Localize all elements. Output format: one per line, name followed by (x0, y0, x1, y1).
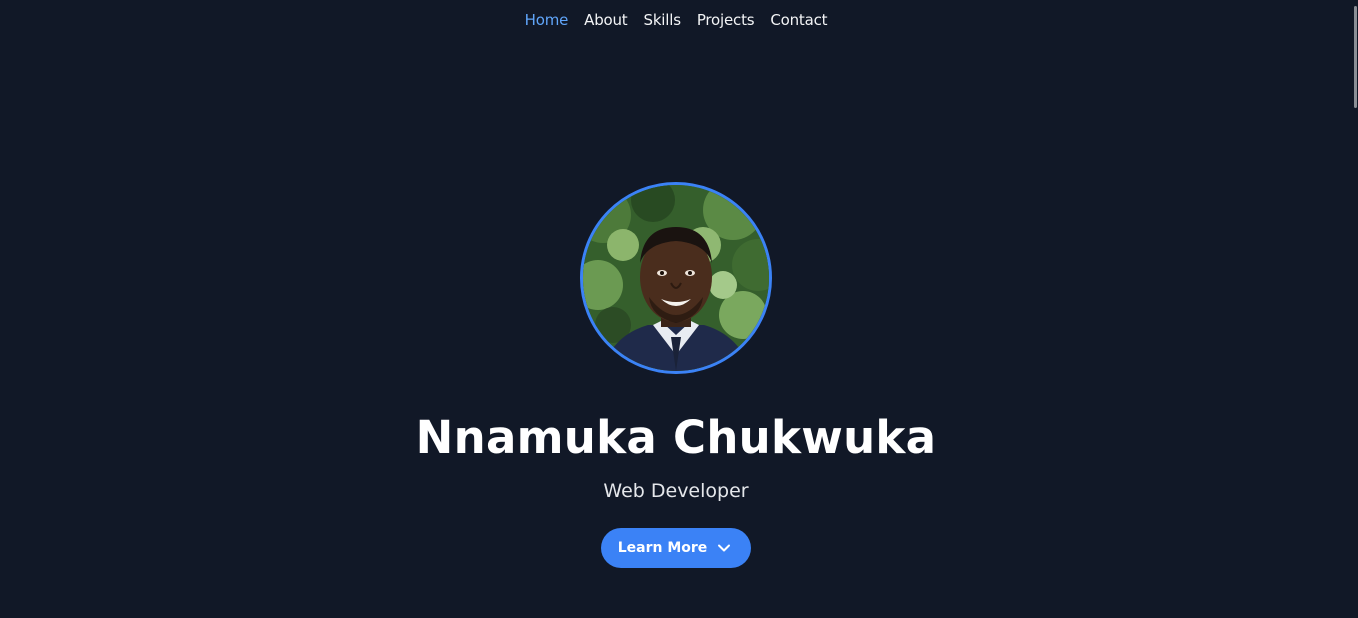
nav-about[interactable]: About (584, 11, 628, 29)
profile-name: Nnamuka Chukwuka (415, 411, 937, 464)
page: Home About Skills Projects Contact Nnamu… (0, 0, 1358, 618)
nav-home[interactable]: Home (525, 11, 569, 29)
chevron-down-icon (717, 541, 731, 555)
page-scrollbar[interactable] (1352, 0, 1358, 618)
nav-skills[interactable]: Skills (644, 11, 682, 29)
profile-avatar (580, 182, 772, 374)
scrollbar-thumb[interactable] (1354, 6, 1357, 108)
learn-more-label: Learn More (617, 540, 708, 556)
nav-contact[interactable]: Contact (770, 11, 827, 29)
profile-photo (583, 185, 769, 371)
learn-more-button[interactable]: Learn More (600, 528, 752, 568)
top-nav: Home About Skills Projects Contact (0, 0, 1352, 40)
hero-section: Nnamuka Chukwuka Web Developer Learn Mor… (0, 182, 1352, 568)
nav-projects[interactable]: Projects (697, 11, 755, 29)
profile-role: Web Developer (603, 480, 749, 502)
